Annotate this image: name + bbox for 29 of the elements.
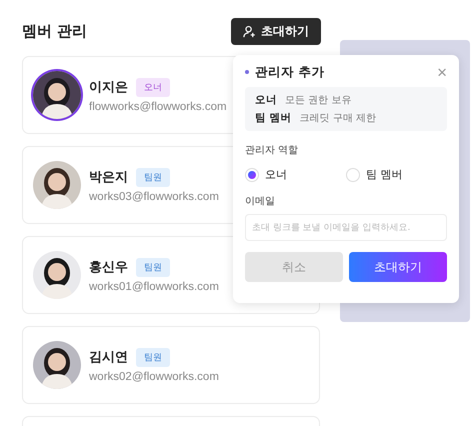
role-name: 오너: [255, 93, 277, 107]
role-name: 팀 멤버: [255, 111, 292, 125]
radio-button[interactable]: [245, 168, 259, 182]
dialog-title: 관리자 추가: [245, 64, 324, 80]
role-badge: 팀원: [136, 168, 170, 186]
bullet-icon: [245, 70, 249, 74]
role-badge: 오너: [136, 78, 170, 96]
member-name: 홍신우: [89, 259, 128, 276]
radio-button[interactable]: [346, 168, 360, 182]
role-label: 관리자 역할: [245, 144, 300, 157]
role-description: 크레딧 구매 제한: [300, 112, 376, 125]
email-label: 이메일: [245, 195, 276, 208]
invite-button[interactable]: 초대하기: [231, 18, 321, 44]
radio-label[interactable]: 팀 멤버: [366, 167, 402, 182]
role-description: 모든 권한 보유: [285, 94, 352, 107]
member-name: 박은지: [89, 169, 128, 186]
email-input-field[interactable]: 초대 링크를 보낼 이메일을 입력하세요.: [245, 214, 447, 241]
invite-submit-button[interactable]: 초대하기: [349, 252, 447, 282]
page-title: 멤버 관리: [22, 22, 88, 40]
member-email: works01@flowworks.com: [89, 280, 219, 292]
member-email: works02@flowworks.com: [89, 370, 219, 382]
member-name: 김시연: [89, 349, 128, 366]
role-badge: 팀원: [136, 348, 170, 366]
member-name: 이지은: [89, 79, 128, 96]
add-user-icon: [243, 24, 256, 38]
member-email: flowworks@flowworks.com: [89, 100, 227, 112]
role-badge: 팀원: [136, 258, 170, 276]
radio-label[interactable]: 오너: [265, 167, 287, 182]
member-email: works03@flowworks.com: [89, 190, 219, 202]
